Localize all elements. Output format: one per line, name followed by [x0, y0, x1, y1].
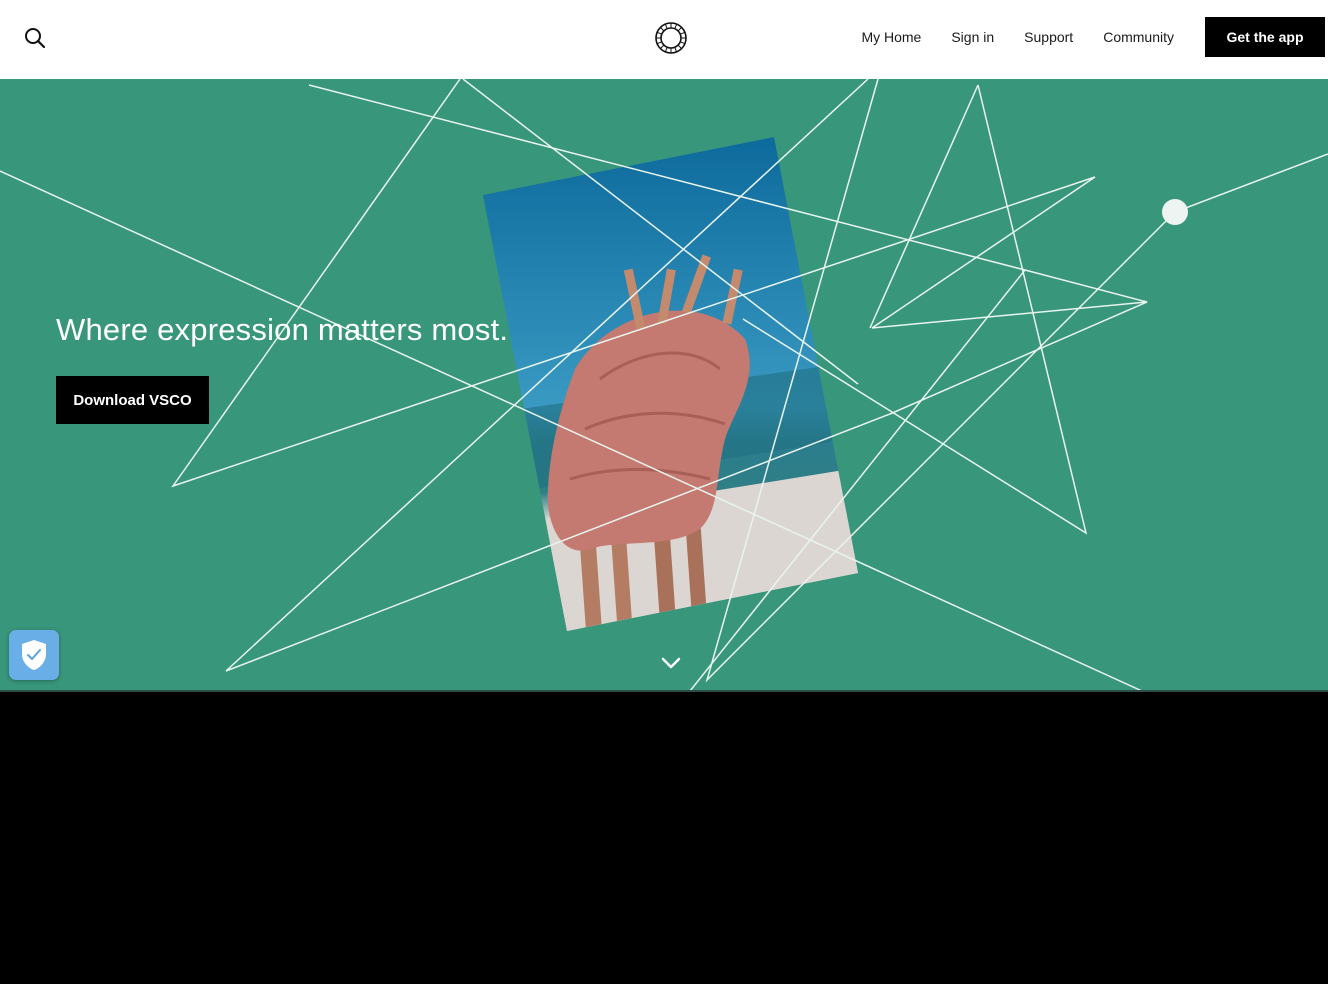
vsco-logo-icon[interactable] — [654, 21, 688, 55]
top-navigation: My Home Sign in Support Community Get th… — [0, 0, 1328, 79]
hero-headline: Where expression matters most. — [56, 312, 509, 347]
nav-my-home[interactable]: My Home — [861, 29, 921, 45]
shield-check-icon — [22, 640, 46, 670]
constellation-node — [1162, 199, 1188, 225]
get-the-app-button[interactable]: Get the app — [1205, 17, 1325, 57]
download-vsco-button[interactable]: Download VSCO — [56, 376, 209, 424]
hero-photo — [483, 137, 858, 631]
section-divider — [0, 690, 1328, 692]
nav-community[interactable]: Community — [1103, 29, 1174, 45]
hero-section: Where expression matters most. Download … — [0, 79, 1328, 691]
privacy-shield-widget[interactable] — [9, 630, 59, 680]
nav-sign-in[interactable]: Sign in — [951, 29, 994, 45]
search-icon[interactable] — [24, 27, 46, 49]
main-nav-links: My Home Sign in Support Community — [831, 0, 1174, 73]
nav-support[interactable]: Support — [1024, 29, 1073, 45]
chevron-down-icon[interactable] — [660, 656, 682, 670]
